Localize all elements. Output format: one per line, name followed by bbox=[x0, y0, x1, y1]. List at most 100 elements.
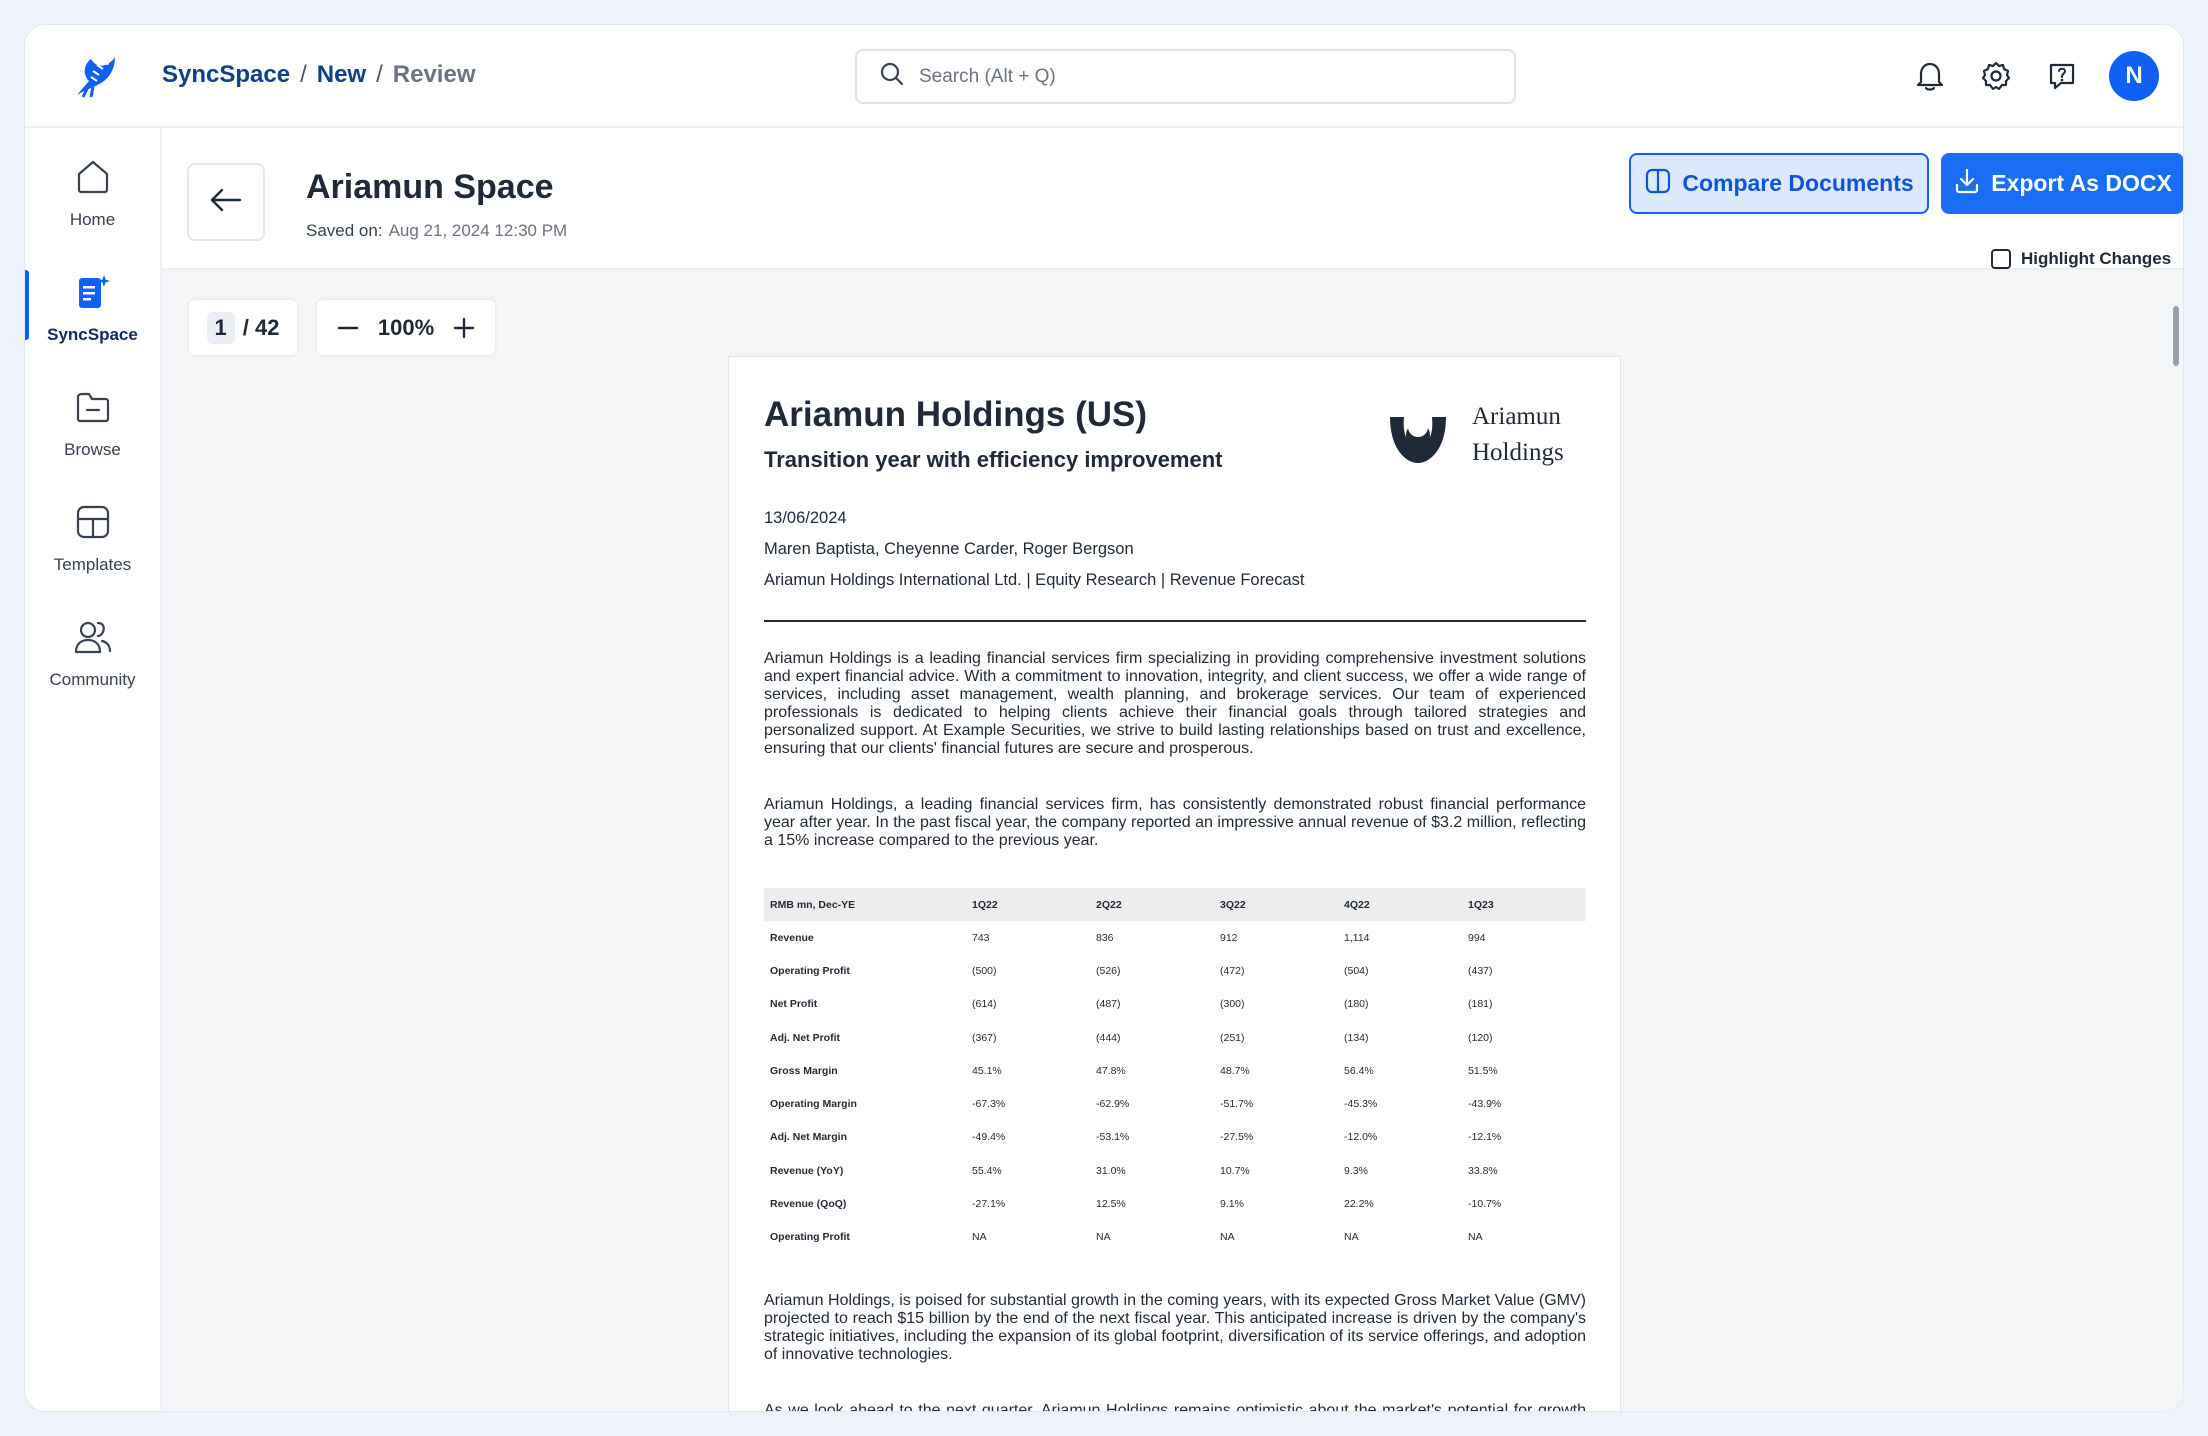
table-row: Adj. Net Profit (367) (444) (251) (134) (120) bbox=[764, 1021, 1586, 1054]
table-cell: (180) bbox=[1344, 998, 1369, 1011]
compare-documents-button[interactable]: Compare Documents bbox=[1629, 153, 1929, 214]
sidebar-item-home[interactable]: Home bbox=[25, 143, 160, 243]
table-cell: -27.5% bbox=[1220, 1131, 1254, 1144]
table-cell: 48.7% bbox=[1220, 1064, 1250, 1077]
document-content: Ariamun Holdings (US) Transition year wi… bbox=[764, 395, 1586, 1412]
highlight-changes-checkbox[interactable] bbox=[1991, 249, 2011, 269]
table-cell: 22.2% bbox=[1344, 1198, 1374, 1211]
highlight-changes-toggle[interactable]: Highlight Changes bbox=[1991, 249, 2171, 269]
logo-line-2: Holdings bbox=[1472, 439, 1564, 466]
table-header-row: RMB mn, Dec-YE 1Q22 2Q22 3Q22 4Q22 1Q23 bbox=[764, 888, 1586, 921]
table-cell: 51.5% bbox=[1468, 1064, 1498, 1077]
table-cell: (614) bbox=[972, 998, 997, 1011]
row-label: Adj. Net Profit bbox=[770, 1031, 840, 1044]
column-header: RMB mn, Dec-YE bbox=[764, 888, 966, 921]
table-cell: 31.0% bbox=[1096, 1164, 1126, 1177]
table-cell: NA bbox=[1344, 1231, 1359, 1244]
top-icons: N bbox=[1911, 51, 2159, 101]
table-cell: (120) bbox=[1468, 1031, 1493, 1044]
table-cell: 56.4% bbox=[1344, 1064, 1374, 1077]
table-row: Operating Margin -67.3% -62.9% -51.7% -45.3%… bbox=[764, 1087, 1586, 1120]
table-row: Adj. Net Margin -49.4% -53.1% -27.5% -12.0% -… bbox=[764, 1121, 1586, 1154]
home-icon bbox=[73, 157, 113, 202]
sidebar-item-label: SyncSpace bbox=[47, 324, 138, 344]
paragraph: As we look ahead to the next quarter, Ar… bbox=[764, 1401, 1586, 1412]
document-page: Ariamun Holdings (US) Transition year wi… bbox=[728, 356, 1621, 1412]
table-cell: -53.1% bbox=[1096, 1131, 1130, 1144]
sidebar-item-syncspace[interactable]: SyncSpace bbox=[25, 258, 160, 358]
table-cell: -45.3% bbox=[1344, 1098, 1378, 1111]
row-label: Revenue bbox=[770, 931, 814, 944]
zoom-in-button[interactable] bbox=[451, 315, 477, 341]
table-row: Gross Margin 45.1% 47.8% 48.7% 56.4% 51.5% bbox=[764, 1054, 1586, 1087]
table-cell: (504) bbox=[1344, 964, 1369, 977]
table-cell: -62.9% bbox=[1096, 1098, 1130, 1111]
saved-value: Aug 21, 2024 12:30 PM bbox=[388, 221, 568, 240]
report-date: 13/06/2024 bbox=[764, 509, 847, 527]
bird-logo-icon[interactable] bbox=[69, 51, 121, 103]
table-cell: -12.0% bbox=[1344, 1131, 1378, 1144]
row-label: Adj. Net Margin bbox=[770, 1131, 848, 1144]
paragraph: Ariamun Holdings, is poised for substant… bbox=[764, 1291, 1586, 1363]
help-icon[interactable] bbox=[2043, 57, 2081, 95]
app-window: SyncSpace / New / Review N bbox=[24, 24, 2184, 1412]
zoom-out-button[interactable] bbox=[335, 315, 361, 341]
breadcrumb-syncspace[interactable]: SyncSpace bbox=[162, 61, 290, 89]
sidebar-item-community[interactable]: Community bbox=[25, 603, 160, 703]
saved-label: Saved on: bbox=[306, 221, 383, 240]
paragraph: Ariamun Holdings is a leading financial … bbox=[764, 650, 1586, 757]
table-cell: 743 bbox=[972, 931, 990, 944]
folder-icon bbox=[73, 387, 113, 432]
page-indicator: 1 / 42 bbox=[187, 298, 299, 357]
column-header: 3Q22 bbox=[1214, 888, 1338, 921]
table-cell: 912 bbox=[1220, 931, 1238, 944]
scrollbar-thumb[interactable] bbox=[2173, 306, 2179, 366]
arrow-left-icon bbox=[208, 182, 244, 223]
table-cell: -49.4% bbox=[972, 1131, 1006, 1144]
breadcrumb-new[interactable]: New bbox=[317, 61, 366, 89]
table-cell: NA bbox=[1468, 1231, 1483, 1244]
sidebar-item-templates[interactable]: Templates bbox=[25, 488, 160, 588]
row-label: Revenue (QoQ) bbox=[770, 1198, 847, 1211]
saved-timestamp: Saved on: Aug 21, 2024 12:30 PM bbox=[306, 221, 567, 241]
row-label: Operating Profit bbox=[770, 1231, 850, 1244]
table-cell: 45.1% bbox=[972, 1064, 1002, 1077]
report-organization: Ariamun Holdings International Ltd. | Eq… bbox=[764, 571, 1305, 589]
table-cell: -43.9% bbox=[1468, 1098, 1502, 1111]
current-page-input[interactable]: 1 bbox=[206, 311, 235, 344]
avatar[interactable]: N bbox=[2109, 51, 2159, 101]
column-header: 1Q22 bbox=[966, 888, 1090, 921]
syncspace-doc-icon bbox=[73, 272, 113, 317]
search-input[interactable] bbox=[919, 65, 1479, 88]
gear-icon[interactable] bbox=[1977, 57, 2015, 95]
export-docx-button[interactable]: Export As DOCX bbox=[1941, 153, 2183, 214]
community-icon bbox=[73, 617, 113, 662]
sidebar-item-label: Browse bbox=[64, 439, 121, 459]
search-box[interactable] bbox=[855, 49, 1516, 104]
compare-documents-label: Compare Documents bbox=[1682, 170, 1914, 196]
back-button[interactable] bbox=[187, 163, 265, 241]
table-cell: NA bbox=[1096, 1231, 1111, 1244]
table-row: Revenue (QoQ) -27.1% 12.5% 9.1% 22.2% -10.7% bbox=[764, 1187, 1586, 1220]
company-logo: Ariamun Holdings bbox=[1386, 395, 1586, 475]
paragraph: Ariamun Holdings, a leading financial se… bbox=[764, 796, 1586, 849]
split-view-icon bbox=[1644, 167, 1672, 201]
table-cell: (487) bbox=[1096, 998, 1121, 1011]
table-cell: 47.8% bbox=[1096, 1064, 1126, 1077]
table-row: Revenue 743 836 912 1,114 994 bbox=[764, 921, 1586, 954]
document-viewer: 1 / 42 100% Ariamun Holdings (US) Transi… bbox=[162, 270, 2183, 1412]
column-header: 1Q23 bbox=[1462, 888, 1586, 921]
row-label: Revenue (YoY) bbox=[770, 1164, 844, 1177]
sidebar-item-label: Templates bbox=[53, 554, 132, 574]
breadcrumb: SyncSpace / New / Review bbox=[162, 61, 476, 89]
breadcrumb-separator: / bbox=[376, 61, 383, 88]
table-cell: (437) bbox=[1468, 964, 1493, 977]
bell-icon[interactable] bbox=[1911, 57, 1949, 95]
sidebar-item-browse[interactable]: Browse bbox=[25, 373, 160, 473]
report-authors: Maren Baptista, Cheyenne Carder, Roger B… bbox=[764, 540, 1134, 558]
table-cell: 836 bbox=[1096, 931, 1114, 944]
table-cell: (251) bbox=[1220, 1031, 1245, 1044]
highlight-changes-label: Highlight Changes bbox=[2021, 249, 2172, 268]
table-row: Revenue (YoY) 55.4% 31.0% 10.7% 9.3% 33.8% bbox=[764, 1154, 1586, 1187]
sidebar-item-label: Community bbox=[49, 669, 136, 689]
